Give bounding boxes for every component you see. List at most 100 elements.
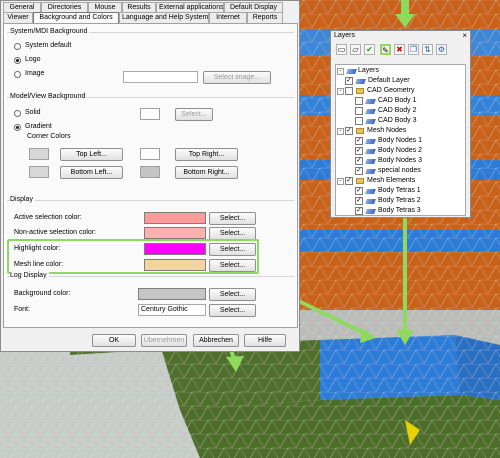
tab-internet[interactable]: Internet [209, 12, 247, 23]
checkbox-unchecked[interactable] [355, 97, 363, 105]
radio-image[interactable] [14, 71, 21, 78]
active-selection-swatch [144, 212, 206, 224]
check-icon[interactable]: ✔ [364, 44, 375, 55]
checkbox-unchecked[interactable] [355, 107, 363, 115]
background-and-colors-panel: System/MDI Background System default Log… [3, 23, 298, 328]
layer-icon [365, 149, 376, 154]
layers-tree[interactable]: - Layers ✓ Default Layer - CAD Geometry … [335, 64, 466, 216]
tree-label: CAD Body 3 [378, 117, 417, 124]
group-title: Log Display [10, 272, 49, 279]
collapse-icon[interactable]: - [337, 128, 344, 135]
top-left-button[interactable]: Top Left... [60, 148, 123, 161]
tree-label: Mesh Nodes [367, 127, 407, 134]
tree-label: CAD Body 1 [378, 97, 417, 104]
checkbox-checked[interactable]: ✓ [355, 207, 363, 215]
solid-color-swatch [140, 108, 160, 120]
font-label: Font: [14, 306, 30, 313]
bottom-left-button[interactable]: Bottom Left... [60, 166, 123, 179]
tree-label: CAD Body 2 [378, 107, 417, 114]
layer-icon [365, 199, 376, 204]
checkbox-checked[interactable]: ✓ [355, 147, 363, 155]
radio-system-default[interactable] [14, 43, 21, 50]
help-button[interactable]: Hilfe [244, 334, 286, 347]
checkbox-checked[interactable]: ✓ [355, 167, 363, 175]
folder-icon [356, 178, 364, 184]
radio-label: Gradient [25, 123, 52, 130]
layer-icon [365, 159, 376, 164]
tree-label: Body Nodes 1 [378, 137, 422, 144]
active-selection-select-button[interactable]: Select... [209, 212, 256, 225]
cancel-button[interactable]: Abbrechen [193, 334, 239, 347]
radio-solid[interactable] [14, 110, 21, 117]
radio-logo[interactable] [14, 57, 21, 64]
highlight-annotation-box [7, 239, 259, 274]
collapse-icon[interactable]: - [337, 88, 344, 95]
checkbox-checked[interactable]: ✓ [355, 187, 363, 195]
layer-icon [365, 169, 376, 174]
corner-colors-label: Corner Colors [27, 133, 71, 140]
bottom-right-swatch [140, 166, 160, 178]
folder-icon [356, 128, 364, 134]
tab-viewer[interactable]: Viewer [3, 12, 33, 23]
tree-label: Mesh Elements [367, 177, 416, 184]
tree-label: Default Layer [368, 77, 410, 84]
top-right-button[interactable]: Top Right... [175, 148, 238, 161]
checkbox-checked[interactable]: ✓ [345, 77, 353, 85]
folder-icon[interactable]: ▱ [350, 44, 361, 55]
collapse-icon[interactable]: - [337, 178, 344, 185]
radio-label: Solid [25, 109, 41, 116]
folder-icon [356, 88, 364, 94]
select-image-button[interactable]: Select image... [203, 71, 271, 84]
checkbox-checked[interactable]: ✓ [355, 137, 363, 145]
image-path-field[interactable] [123, 71, 198, 83]
group-title: Display [10, 196, 35, 203]
tab-row-2: Viewer Background and Colors Language an… [3, 12, 283, 23]
ok-button[interactable]: OK [92, 334, 136, 347]
font-value-field[interactable]: Century Gothic [138, 304, 206, 316]
layers-icon [346, 69, 357, 74]
new-layer-icon[interactable]: ▭ [336, 44, 347, 55]
tab-language-and-help[interactable]: Language and Help System [119, 12, 209, 23]
bottom-right-button[interactable]: Bottom Right... [175, 166, 238, 179]
apply-button[interactable]: Übernehmen [141, 334, 187, 347]
solid-select-button[interactable]: Select... [175, 108, 213, 121]
pin-icon[interactable]: ✎ [380, 44, 391, 55]
top-left-swatch [29, 148, 49, 160]
tab-background-and-colors[interactable]: Background and Colors [33, 12, 119, 23]
layer-icon [355, 79, 366, 84]
checkbox-checked[interactable]: ✓ [355, 197, 363, 205]
log-background-select-button[interactable]: Select... [209, 288, 256, 301]
close-icon[interactable]: × [462, 31, 467, 40]
checkbox-unchecked[interactable] [345, 87, 353, 95]
settings-icon[interactable]: ⚙ [436, 44, 447, 55]
font-select-button[interactable]: Select... [209, 304, 256, 317]
tree-label: Body Tetras 1 [378, 187, 421, 194]
delete-icon[interactable]: ✖ [394, 44, 405, 55]
radio-label: Image [25, 70, 45, 77]
copy-icon[interactable]: ❐ [408, 44, 419, 55]
non-active-selection-swatch [144, 227, 206, 239]
active-selection-label: Active selection color: [14, 214, 82, 221]
layer-icon [365, 99, 376, 104]
layers-window: Layers × ▭ ▱ ✔ ✎ ✖ ❐ ⇅ ⚙ - Layers ✓ Defa… [330, 30, 471, 218]
checkbox-checked[interactable]: ✓ [345, 177, 353, 185]
checkbox-unchecked[interactable] [355, 117, 363, 125]
log-background-swatch [138, 288, 206, 300]
tree-label: Layers [358, 67, 380, 74]
log-background-label: Background color: [14, 290, 71, 297]
tree-label: Body Tetras 3 [378, 207, 421, 214]
non-active-selection-label: Non-active selection color: [14, 229, 97, 236]
top-right-swatch [140, 148, 160, 160]
group-title: System/MDI Background [10, 28, 90, 35]
checkbox-checked[interactable]: ✓ [345, 127, 353, 135]
collapse-icon[interactable]: - [337, 68, 344, 75]
tree-label: Body Nodes 2 [378, 147, 422, 154]
layer-icon [365, 119, 376, 124]
checkbox-checked[interactable]: ✓ [355, 157, 363, 165]
radio-gradient[interactable] [14, 124, 21, 131]
layer-icon [365, 139, 376, 144]
tree-label: special nodes [378, 167, 421, 174]
model-view-background-group: Model/View Background Solid Select... Gr… [7, 93, 294, 195]
move-icon[interactable]: ⇅ [422, 44, 433, 55]
tab-reports[interactable]: Reports [247, 12, 283, 23]
